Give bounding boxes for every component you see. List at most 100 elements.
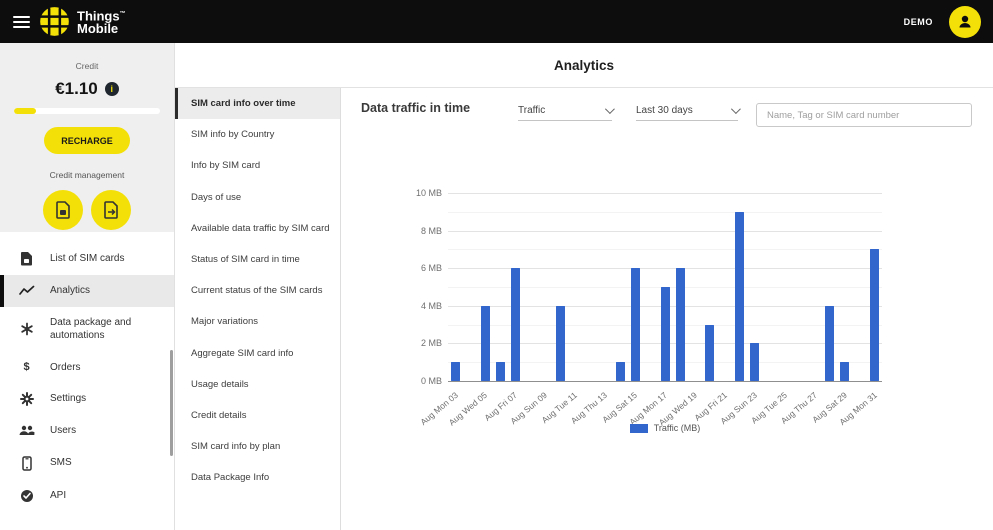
traffic-bar[interactable]	[676, 268, 685, 381]
traffic-bar[interactable]	[481, 306, 490, 381]
things-mobile-logo-icon	[38, 5, 71, 38]
submenu-item[interactable]: SIM info by Country	[175, 119, 340, 150]
y-axis-tick-label: 6 MB	[394, 263, 442, 273]
credit-info-icon[interactable]: i	[105, 82, 119, 96]
submenu: SIM card info over timeSIM info by Count…	[175, 88, 341, 530]
sidebar-item-settings[interactable]: Settings	[0, 383, 174, 415]
sim-transfer-action-button[interactable]	[91, 190, 131, 230]
traffic-bar[interactable]	[705, 325, 714, 381]
x-axis-tick-label: Aug Fri 21	[652, 390, 729, 457]
traffic-bar[interactable]	[735, 212, 744, 381]
sidebar-item-sms[interactable]: SMS	[0, 447, 174, 480]
x-axis-tick-label: Aug Fri 07	[442, 390, 519, 457]
sidebar-item-orders[interactable]: $ Orders	[0, 352, 174, 384]
x-axis-tick-label: Aug Thu 27	[742, 390, 819, 457]
submenu-item[interactable]: Current status of the SIM cards	[175, 275, 340, 306]
y-axis-tick-label: 10 MB	[394, 188, 442, 198]
account-name-label: DEMO	[904, 17, 933, 27]
x-axis-tick-label: Aug Sat 29	[772, 390, 849, 457]
chart-legend: Traffic (MB)	[448, 423, 882, 433]
submenu-item[interactable]: Status of SIM card in time	[175, 244, 340, 275]
submenu-item[interactable]: SIM card info by plan	[175, 431, 340, 462]
analytics-icon	[18, 285, 35, 297]
legend-swatch	[630, 424, 648, 433]
submenu-item[interactable]: Info by SIM card	[175, 150, 340, 181]
page-title: Analytics	[554, 58, 614, 73]
date-range-select-value: Last 30 days	[636, 105, 693, 116]
api-icon	[18, 489, 35, 503]
traffic-bar[interactable]	[511, 268, 520, 381]
search-input[interactable]	[757, 104, 971, 126]
chevron-down-icon	[605, 104, 615, 114]
submenu-item[interactable]: Days of use	[175, 182, 340, 213]
gridline	[448, 362, 882, 363]
traffic-bar[interactable]	[750, 343, 759, 381]
traffic-bar[interactable]	[451, 362, 460, 381]
traffic-bar[interactable]	[825, 306, 834, 381]
traffic-bar[interactable]	[631, 268, 640, 381]
submenu-item[interactable]: Data Package Info	[175, 462, 340, 493]
brand-wordmark: Things™ Mobile	[77, 8, 126, 35]
top-app-bar: Things™ Mobile DEMO	[0, 0, 993, 43]
gridline	[448, 325, 882, 326]
page-header: Analytics	[175, 43, 993, 88]
sidebar-nav: List of SIM cards Analytics Data package…	[0, 232, 174, 512]
credit-amount: €1.10	[55, 79, 98, 99]
recharge-button[interactable]: RECHARGE	[44, 127, 130, 154]
submenu-item[interactable]: Major variations	[175, 306, 340, 337]
sidebar-item-analytics[interactable]: Analytics	[0, 275, 174, 307]
traffic-bar[interactable]	[840, 362, 849, 381]
x-axis-line	[448, 381, 882, 382]
app-window: Things™ Mobile DEMO Credit €1.10 i RECHA…	[0, 0, 993, 530]
y-axis-tick-label: 2 MB	[394, 338, 442, 348]
traffic-bar-chart: 0 MB2 MB4 MB6 MB8 MB10 MBAug Mon 03Aug W…	[342, 88, 993, 530]
metric-select[interactable]: Traffic	[518, 100, 612, 121]
x-axis-tick-label: Aug Sun 23	[682, 390, 759, 457]
submenu-item[interactable]: SIM card info over time	[175, 88, 340, 119]
x-axis-tick-label: Aug Wed 05	[412, 390, 489, 457]
traffic-bar[interactable]	[496, 362, 505, 381]
submenu-item[interactable]: Usage details	[175, 369, 340, 400]
submenu-item[interactable]: Aggregate SIM card info	[175, 338, 340, 369]
sim-credit-action-button[interactable]	[43, 190, 83, 230]
x-axis-tick-label: Aug Tue 25	[712, 390, 789, 457]
y-axis-tick-label: 0 MB	[394, 376, 442, 386]
traffic-bar[interactable]	[556, 306, 565, 381]
x-axis-tick-label: Aug Wed 19	[622, 390, 699, 457]
gridline	[448, 343, 882, 344]
sidebar-item-users[interactable]: Users	[0, 415, 174, 447]
orders-icon: $	[18, 361, 35, 373]
submenu-item[interactable]: Available data traffic by SIM card	[175, 213, 340, 244]
user-avatar[interactable]	[949, 6, 981, 38]
x-axis-tick-label: Aug Mon 03	[382, 390, 459, 457]
traffic-bar[interactable]	[870, 249, 879, 381]
x-axis-tick-label: Aug Mon 31	[801, 390, 878, 457]
credit-progress-fill	[14, 108, 36, 114]
credit-section: Credit €1.10 i RECHARGE Credit managemen…	[0, 43, 174, 232]
x-axis-tick-label: Aug Mon 17	[592, 390, 669, 457]
credit-progress-bar	[14, 108, 160, 114]
gridline	[448, 249, 882, 250]
sidebar-item-list-of-sim-cards[interactable]: List of SIM cards	[0, 242, 174, 275]
traffic-bar[interactable]	[616, 362, 625, 381]
chevron-down-icon	[731, 104, 741, 114]
date-range-select[interactable]: Last 30 days	[636, 100, 738, 121]
sms-icon	[18, 456, 35, 471]
section-title: Data traffic in time	[361, 101, 470, 115]
sidebar-item-data-package[interactable]: Data package and automations	[0, 307, 174, 352]
sidebar-scrollbar[interactable]	[170, 350, 173, 456]
data-package-icon	[18, 322, 35, 336]
person-icon	[956, 13, 974, 31]
sim-card-icon	[55, 201, 71, 219]
credit-label: Credit	[0, 61, 174, 71]
y-axis-tick-label: 4 MB	[394, 301, 442, 311]
y-axis-tick-label: 8 MB	[394, 226, 442, 236]
submenu-item[interactable]: Credit details	[175, 400, 340, 431]
sim-card-arrow-icon	[103, 201, 119, 219]
traffic-bar[interactable]	[661, 287, 670, 381]
menu-icon[interactable]	[13, 13, 30, 31]
gridline	[448, 231, 882, 232]
gridline	[448, 306, 882, 307]
sidebar-item-api[interactable]: API	[0, 480, 174, 512]
users-icon	[18, 425, 35, 436]
